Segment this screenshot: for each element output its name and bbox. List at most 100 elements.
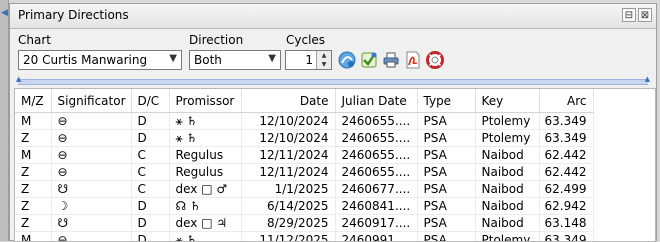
- cell-significator: ⊖: [51, 130, 131, 147]
- cell-mz: Z: [15, 215, 51, 232]
- cell-date: 8/29/2025: [241, 215, 335, 232]
- column-header-date[interactable]: Date: [241, 89, 335, 113]
- table-row[interactable]: Z⊖D⚹ ♄12/10/20242460655....PSAPtolemy63.…: [15, 130, 593, 147]
- column-header-promissor[interactable]: Promissor: [169, 89, 241, 113]
- cell-key: Ptolemy: [475, 232, 539, 242]
- cell-date: 12/10/2024: [241, 130, 335, 147]
- cell-significator: ⊖: [51, 232, 131, 242]
- table-row[interactable]: M⊖D⚹ ♄12/10/20242460655....PSAPtolemy63.…: [15, 113, 593, 130]
- dock-arrow-icon[interactable]: ◀: [1, 8, 8, 18]
- cell-key: Naibod: [475, 164, 539, 181]
- cell-julian-date: 2460655....: [335, 164, 417, 181]
- cell-arc: 63.349: [539, 232, 593, 242]
- cell-arc: 63.349: [539, 130, 593, 147]
- cell-promissor: ⚹ ♄: [169, 130, 241, 147]
- cell-date: 1/1/2025: [241, 181, 335, 198]
- column-header-type[interactable]: Type: [417, 89, 475, 113]
- cell-arc: 63.349: [539, 113, 593, 130]
- cycles-stepper[interactable]: 1 ▲ ▼: [285, 50, 332, 70]
- help-icon[interactable]: [426, 51, 444, 69]
- cell-mz: M: [15, 147, 51, 164]
- cell-significator: ☋: [51, 181, 131, 198]
- cell-dc: D: [131, 113, 169, 130]
- cell-mz: Z: [15, 130, 51, 147]
- chart-select[interactable]: 20 Curtis Manwaring ▼: [18, 50, 182, 70]
- table-row[interactable]: Z⊖CRegulus12/11/20242460655....PSANaibod…: [15, 164, 593, 181]
- cell-promissor: Regulus: [169, 164, 241, 181]
- stepper-up-icon[interactable]: ▲: [317, 51, 331, 60]
- cell-arc: 63.148: [539, 215, 593, 232]
- cell-julian-date: 2460677....: [335, 181, 417, 198]
- cell-mz: M: [15, 232, 51, 242]
- cell-key: Naibod: [475, 147, 539, 164]
- cell-mz: Z: [15, 198, 51, 215]
- table-header-row: M/ZSignificatorD/CPromissorDateJulian Da…: [15, 89, 593, 113]
- column-header-julian-date[interactable]: Julian Date: [335, 89, 417, 113]
- cell-dc: C: [131, 147, 169, 164]
- cell-julian-date: 2460655....: [335, 130, 417, 147]
- refresh-icon[interactable]: [360, 51, 378, 69]
- chart-label: Chart: [18, 33, 51, 47]
- cell-type: PSA: [417, 232, 475, 242]
- direction-select-value: Both: [194, 53, 222, 67]
- cycles-value: 1: [305, 53, 313, 67]
- cell-significator: ☋: [51, 215, 131, 232]
- column-header-key[interactable]: Key: [475, 89, 539, 113]
- cell-dc: D: [131, 198, 169, 215]
- cell-key: Naibod: [475, 198, 539, 215]
- cell-julian-date: 2460917....: [335, 215, 417, 232]
- cell-promissor: Regulus: [169, 147, 241, 164]
- cell-date: 6/14/2025: [241, 198, 335, 215]
- cell-julian-date: 2460841....: [335, 198, 417, 215]
- table-row[interactable]: Z☽D☊ ♄6/14/20252460841....PSANaibod62.94…: [15, 198, 593, 215]
- cell-date: 12/11/2024: [241, 164, 335, 181]
- pin-icon[interactable]: ⊟: [622, 8, 636, 22]
- print-icon[interactable]: [382, 51, 400, 69]
- stepper-buttons[interactable]: ▲ ▼: [316, 51, 331, 69]
- close-icon[interactable]: ⊠: [638, 8, 652, 22]
- cell-julian-date: 2460655....: [335, 147, 417, 164]
- cell-key: Ptolemy: [475, 113, 539, 130]
- table-row[interactable]: M⊖D⚹ ♄11/12/20252460991PSAPtolemy63.349: [15, 232, 593, 242]
- stepper-down-icon[interactable]: ▼: [317, 60, 331, 69]
- cell-significator: ⊖: [51, 164, 131, 181]
- cell-promissor: dex □ ♂: [169, 181, 241, 198]
- primary-directions-panel: Primary Directions ⊟ ⊠ Chart 20 Curtis M…: [9, 3, 657, 241]
- cell-type: PSA: [417, 215, 475, 232]
- cell-significator: ⊖: [51, 147, 131, 164]
- run-icon[interactable]: [338, 51, 356, 69]
- panel-title: Primary Directions: [18, 8, 129, 22]
- splitter-bar[interactable]: ▲ ▲: [18, 79, 648, 85]
- column-header-arc[interactable]: Arc: [539, 89, 593, 113]
- cell-significator: ⊖: [51, 113, 131, 130]
- directions-table: M/ZSignificatorD/CPromissorDateJulian Da…: [14, 88, 656, 242]
- pdf-icon[interactable]: [404, 51, 422, 69]
- cell-promissor: dex □ ♃: [169, 215, 241, 232]
- chevron-down-icon: ▼: [268, 53, 276, 64]
- cell-significator: ☽: [51, 198, 131, 215]
- chart-select-value: 20 Curtis Manwaring: [23, 53, 147, 67]
- cell-type: PSA: [417, 147, 475, 164]
- direction-label: Direction: [189, 33, 243, 47]
- cell-key: Ptolemy: [475, 130, 539, 147]
- direction-select[interactable]: Both ▼: [189, 50, 281, 70]
- cell-dc: C: [131, 181, 169, 198]
- cell-mz: M: [15, 113, 51, 130]
- cell-dc: D: [131, 232, 169, 242]
- column-header-significator[interactable]: Significator: [51, 89, 131, 113]
- panel-titlebar: Primary Directions ⊟ ⊠: [10, 4, 656, 29]
- cell-julian-date: 2460655....: [335, 113, 417, 130]
- table-row[interactable]: M⊖CRegulus12/11/20242460655....PSANaibod…: [15, 147, 593, 164]
- cycles-label: Cycles: [286, 33, 325, 47]
- table-row[interactable]: Z☋Ddex □ ♃8/29/20252460917....PSANaibod6…: [15, 215, 593, 232]
- cell-date: 12/11/2024: [241, 147, 335, 164]
- cell-dc: C: [131, 164, 169, 181]
- cell-arc: 62.442: [539, 164, 593, 181]
- cell-promissor: ⚹ ♄: [169, 113, 241, 130]
- cell-date: 12/10/2024: [241, 113, 335, 130]
- table-row[interactable]: Z☋Cdex □ ♂1/1/20252460677....PSANaibod62…: [15, 181, 593, 198]
- cell-key: Naibod: [475, 181, 539, 198]
- column-header-dc[interactable]: D/C: [131, 89, 169, 113]
- cell-promissor: ⚹ ♄: [169, 232, 241, 242]
- column-header-mz[interactable]: M/Z: [15, 89, 51, 113]
